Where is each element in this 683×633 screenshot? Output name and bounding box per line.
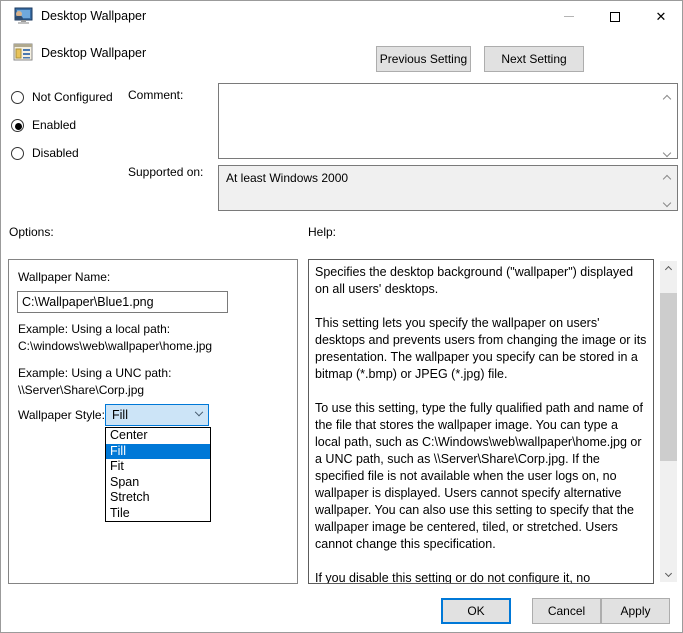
maximize-icon xyxy=(610,12,620,22)
scrollbar-down-button[interactable] xyxy=(660,565,677,582)
dropdown-option-fill[interactable]: Fill xyxy=(106,444,210,460)
cancel-button[interactable]: Cancel xyxy=(532,598,601,624)
wallpaper-style-label: Wallpaper Style: xyxy=(18,408,105,422)
apply-button[interactable]: Apply xyxy=(601,598,670,624)
help-paragraph: Specifies the desktop background ("wallp… xyxy=(315,264,647,298)
scroll-up-icon[interactable] xyxy=(664,89,672,97)
minimize-button[interactable] xyxy=(546,1,592,32)
close-button[interactable]: ✕ xyxy=(638,1,683,32)
policy-setting-icon xyxy=(13,43,33,61)
dropdown-option-tile[interactable]: Tile xyxy=(106,506,210,522)
chevron-up-icon xyxy=(665,266,672,273)
help-paragraph: To use this setting, type the fully qual… xyxy=(315,400,647,553)
minimize-icon xyxy=(564,16,574,17)
options-panel: Wallpaper Name: Example: Using a local p… xyxy=(8,259,298,584)
dropdown-option-span[interactable]: Span xyxy=(106,475,210,491)
help-scrollbar[interactable] xyxy=(660,261,677,582)
comment-textarea[interactable] xyxy=(218,83,678,159)
chevron-down-icon xyxy=(195,408,203,416)
comment-label: Comment: xyxy=(128,88,183,102)
radio-not-configured[interactable]: Not Configured xyxy=(11,89,113,105)
window-title: Desktop Wallpaper xyxy=(41,9,146,23)
supported-on-field: At least Windows 2000 xyxy=(218,165,678,211)
dropdown-option-fit[interactable]: Fit xyxy=(106,459,210,475)
close-icon: ✕ xyxy=(656,10,667,23)
wallpaper-name-label: Wallpaper Name: xyxy=(18,270,110,284)
radio-circle-icon xyxy=(11,147,24,160)
desktop-wallpaper-dialog: Desktop Wallpaper ✕ Desktop Wallpaper Pr… xyxy=(0,0,683,633)
setting-title: Desktop Wallpaper xyxy=(41,46,146,60)
help-paragraph: If you disable this setting or do not co… xyxy=(315,570,647,584)
next-setting-button[interactable]: Next Setting xyxy=(484,46,584,72)
radio-disabled[interactable]: Disabled xyxy=(11,145,79,161)
scrollbar-thumb[interactable] xyxy=(660,293,677,461)
example-local-path: C:\windows\web\wallpaper\home.jpg xyxy=(18,339,212,353)
wallpaper-name-input[interactable] xyxy=(17,291,228,313)
radio-label: Disabled xyxy=(32,146,79,160)
previous-setting-button[interactable]: Previous Setting xyxy=(376,46,471,72)
example-unc-path: \\Server\Share\Corp.jpg xyxy=(18,383,144,397)
help-section-label: Help: xyxy=(308,225,336,239)
radio-circle-checked-icon xyxy=(11,119,24,132)
scroll-down-icon xyxy=(664,195,672,203)
chevron-down-icon xyxy=(665,570,672,577)
dropdown-option-stretch[interactable]: Stretch xyxy=(106,490,210,506)
title-bar: Desktop Wallpaper ✕ xyxy=(1,1,682,32)
radio-enabled[interactable]: Enabled xyxy=(11,117,76,133)
example-local-label: Example: Using a local path: xyxy=(18,322,170,336)
help-text-area: Specifies the desktop background ("wallp… xyxy=(308,259,654,584)
combobox-value: Fill xyxy=(112,408,128,422)
ok-button[interactable]: OK xyxy=(441,598,511,624)
supported-on-label: Supported on: xyxy=(128,165,203,179)
options-section-label: Options: xyxy=(9,225,54,239)
group-policy-monitor-icon xyxy=(13,7,33,26)
wallpaper-style-dropdown: Center Fill Fit Span Stretch Tile xyxy=(105,427,211,522)
scroll-up-icon xyxy=(664,171,672,179)
supported-on-value: At least Windows 2000 xyxy=(226,171,348,185)
help-paragraph: This setting lets you specify the wallpa… xyxy=(315,315,647,383)
dropdown-option-center[interactable]: Center xyxy=(106,428,210,444)
maximize-button[interactable] xyxy=(592,1,638,32)
wallpaper-style-combobox[interactable]: Fill xyxy=(105,404,209,426)
example-unc-label: Example: Using a UNC path: xyxy=(18,366,171,380)
scrollbar-up-button[interactable] xyxy=(660,261,677,278)
radio-label: Not Configured xyxy=(32,90,113,104)
scroll-down-icon[interactable] xyxy=(664,143,672,151)
radio-label: Enabled xyxy=(32,118,76,132)
radio-circle-icon xyxy=(11,91,24,104)
